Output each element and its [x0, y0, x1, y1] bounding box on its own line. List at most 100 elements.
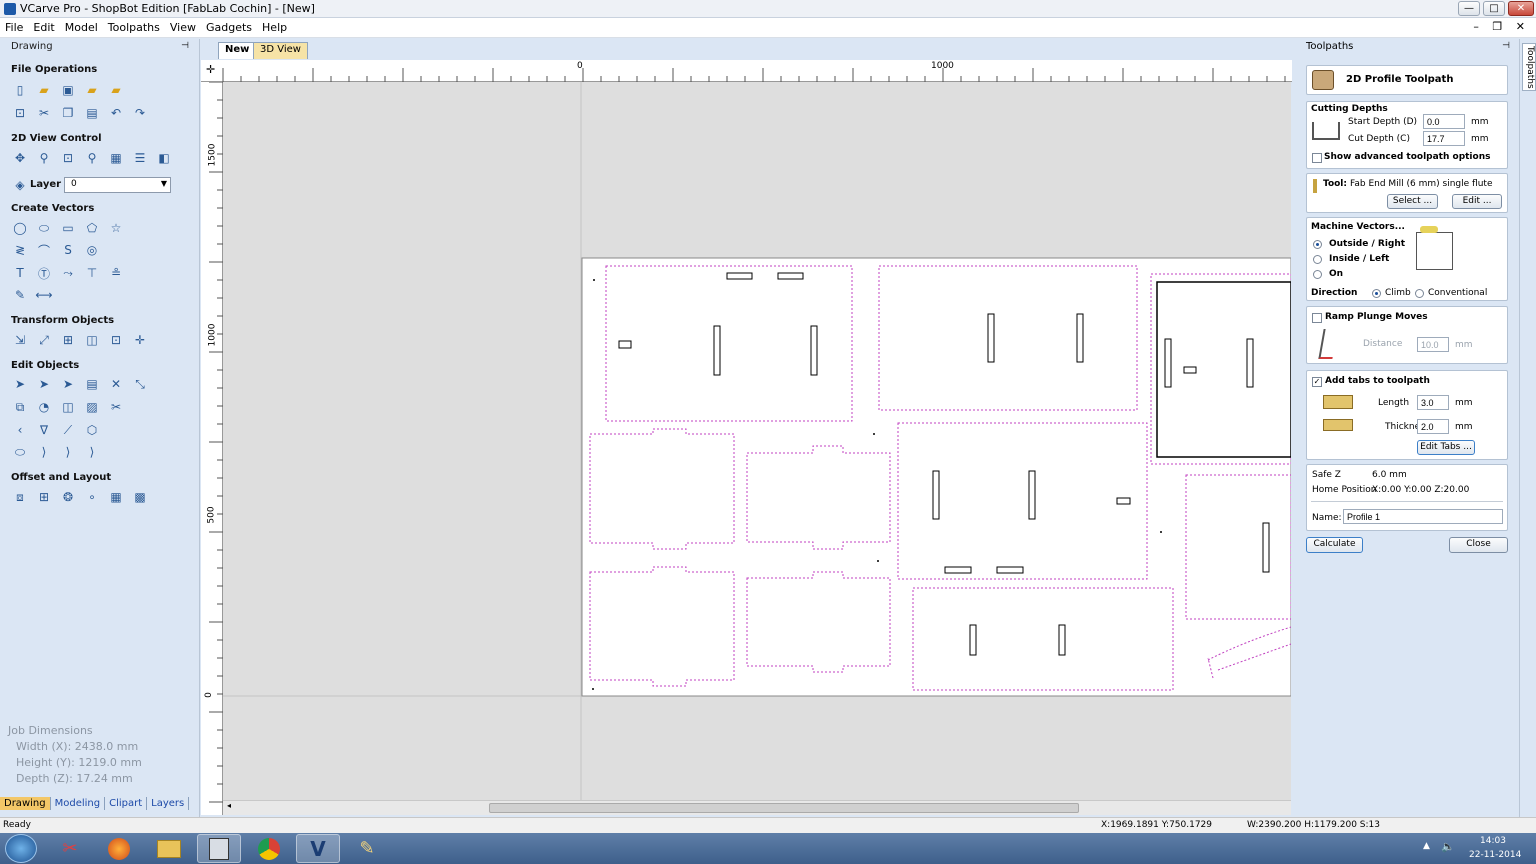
distort-icon[interactable]: ⊡	[107, 331, 125, 349]
copy-icon[interactable]: ❐	[59, 104, 77, 122]
auto-layout-icon[interactable]: ▩	[131, 488, 149, 506]
import-icon[interactable]: ▰	[83, 81, 101, 99]
tab-modeling[interactable]: Modeling	[51, 797, 106, 810]
tray-arrow-icon[interactable]: ▲	[1423, 841, 1430, 851]
taskbar-vcarve-icon[interactable]: V	[296, 834, 340, 863]
extend-icon[interactable]: ⟋	[59, 421, 77, 439]
open-file-icon[interactable]: ▰	[35, 81, 53, 99]
pin-icon[interactable]: ⊣	[1502, 41, 1510, 51]
intersect-icon[interactable]: ◫	[59, 398, 77, 416]
scale-icon[interactable]: ⤢	[35, 331, 53, 349]
smooth-icon[interactable]: ⬭	[11, 443, 29, 461]
join-vector-icon[interactable]: ∇	[35, 421, 53, 439]
taskbar-app-icon[interactable]	[197, 834, 241, 863]
zoom-in-icon[interactable]: ⚲	[35, 149, 53, 167]
interactive-icon[interactable]: ▤	[83, 375, 101, 393]
new-file-icon[interactable]: ▯	[11, 81, 29, 99]
taskbar-chrome-icon[interactable]	[247, 834, 291, 863]
menu-toolpaths[interactable]: Toolpaths	[103, 18, 165, 34]
toolpath-name-input[interactable]	[1343, 509, 1503, 524]
side-tab-toolpaths[interactable]: Toolpaths	[1522, 43, 1536, 91]
copy-along-icon[interactable]: ∘	[83, 488, 101, 506]
spiral-icon[interactable]: ◎	[83, 241, 101, 259]
zoom-extents-icon[interactable]: ⊡	[59, 149, 77, 167]
dimension-icon[interactable]: ⊤	[83, 264, 101, 282]
measure-icon[interactable]: ⟷	[35, 286, 53, 304]
view-split-icon[interactable]: ◧	[155, 149, 173, 167]
layer-select[interactable]: 0 ▼	[64, 177, 171, 193]
trace-bitmap-icon[interactable]: ✎	[11, 286, 29, 304]
text-on-curve-icon[interactable]: ⤳	[59, 264, 77, 282]
tab-drawing[interactable]: Drawing	[0, 797, 51, 810]
volume-icon[interactable]: 🔈	[1441, 840, 1455, 853]
nest-icon[interactable]: ▦	[107, 488, 125, 506]
calculate-button[interactable]: Calculate	[1306, 537, 1363, 553]
align-icon[interactable]: ⊞	[59, 331, 77, 349]
curve-icon[interactable]: S	[59, 241, 77, 259]
maximize-button[interactable]: □	[1483, 1, 1505, 16]
taskbar-explorer-icon[interactable]	[147, 834, 191, 863]
rectangle-icon[interactable]: ▭	[59, 219, 77, 237]
horizontal-scrollbar[interactable]: ◂	[223, 800, 1291, 815]
cut-depth-input[interactable]	[1423, 131, 1465, 146]
close-window-button[interactable]: ✕	[1508, 1, 1534, 16]
circular-array-icon[interactable]: ❂	[59, 488, 77, 506]
save-icon[interactable]: ▣	[59, 81, 77, 99]
ramp-checkbox[interactable]	[1312, 313, 1322, 323]
bridge-icon[interactable]: ⬡	[83, 421, 101, 439]
pin-icon[interactable]: ⊣	[181, 41, 189, 51]
inside-radio[interactable]	[1313, 255, 1322, 264]
drawing-canvas[interactable]	[223, 82, 1291, 800]
close-button[interactable]: Close	[1449, 537, 1508, 553]
offset-vector-icon[interactable]: ⟩	[83, 443, 101, 461]
offset-icon[interactable]: ⧈	[11, 488, 29, 506]
undo-icon[interactable]: ↶	[107, 104, 125, 122]
polyline-icon[interactable]: ≷	[11, 241, 29, 259]
menu-help[interactable]: Help	[257, 18, 292, 34]
scissors-icon[interactable]: ✂	[107, 398, 125, 416]
scroll-left-icon[interactable]: ◂	[227, 801, 231, 810]
menu-edit[interactable]: Edit	[28, 18, 59, 34]
tab-layers[interactable]: Layers	[147, 797, 190, 810]
star-icon[interactable]: ☆	[107, 219, 125, 237]
polygon-icon[interactable]: ⬠	[83, 219, 101, 237]
center-icon[interactable]: ✛	[131, 331, 149, 349]
fit-text-icon[interactable]: ≗	[107, 264, 125, 282]
import-bitmap-icon[interactable]: ▰	[107, 81, 125, 99]
circle-icon[interactable]: ◯	[11, 219, 29, 237]
text-frame-icon[interactable]: Ⓣ	[35, 264, 53, 282]
text-icon[interactable]: T	[11, 264, 29, 282]
cut-icon[interactable]: ✂	[35, 104, 53, 122]
start-button[interactable]	[5, 834, 37, 863]
transform-mode-icon[interactable]: ➤	[59, 375, 77, 393]
minimize-button[interactable]: —	[1458, 1, 1480, 16]
vector-drawing[interactable]	[223, 82, 1291, 800]
distance-input[interactable]	[1417, 337, 1449, 352]
tab-new[interactable]: New	[218, 42, 257, 59]
on-radio[interactable]	[1313, 270, 1322, 279]
mirror-icon[interactable]: ◫	[83, 331, 101, 349]
redo-icon[interactable]: ↷	[131, 104, 149, 122]
ruler-origin-icon[interactable]: ✛	[206, 63, 215, 76]
start-depth-input[interactable]	[1423, 114, 1465, 129]
show-advanced-checkbox[interactable]	[1312, 153, 1322, 163]
subtract-icon[interactable]: ◔	[35, 398, 53, 416]
taskbar-paint-icon[interactable]: ✎	[345, 834, 389, 863]
paste-icon[interactable]: ▤	[83, 104, 101, 122]
select-tool-button[interactable]: Select ...	[1387, 194, 1438, 209]
select-icon[interactable]: ➤	[11, 375, 29, 393]
outside-radio[interactable]	[1313, 240, 1322, 249]
pan-icon[interactable]: ✥	[11, 149, 29, 167]
edit-tool-button[interactable]: Edit ...	[1452, 194, 1502, 209]
taskbar-firefox-icon[interactable]	[97, 834, 141, 863]
view-grid-icon[interactable]: ▦	[107, 149, 125, 167]
trim-icon[interactable]: ⟩	[35, 443, 53, 461]
climb-radio[interactable]	[1372, 289, 1381, 298]
extend-vector-icon[interactable]: ⟩	[59, 443, 77, 461]
fillet-icon[interactable]: ▨	[83, 398, 101, 416]
menu-gadgets[interactable]: Gadgets	[201, 18, 257, 34]
conventional-radio[interactable]	[1415, 289, 1424, 298]
menu-file[interactable]: File	[0, 18, 28, 34]
job-setup-icon[interactable]: ⊡	[11, 104, 29, 122]
move-icon[interactable]: ⇲	[11, 331, 29, 349]
